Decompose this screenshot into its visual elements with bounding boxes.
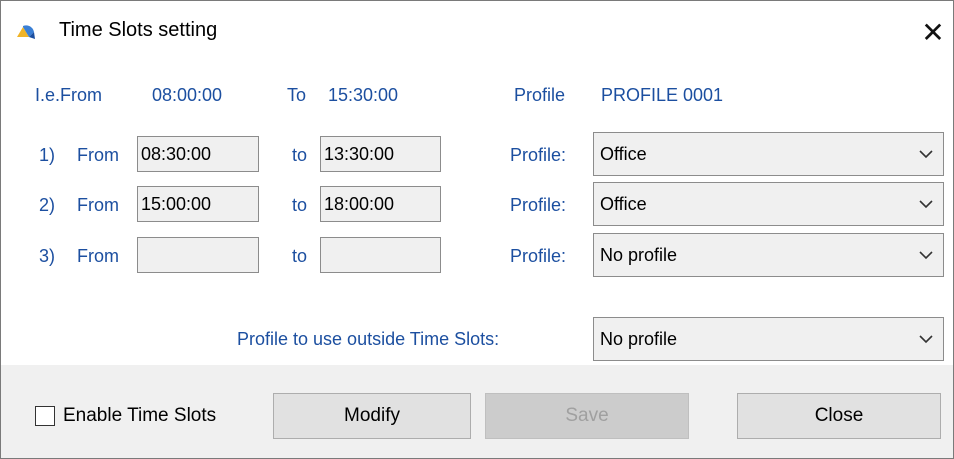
close-icon[interactable]: ✕: [913, 13, 953, 53]
save-button[interactable]: Save: [485, 393, 689, 439]
slot-3-to-field[interactable]: [320, 237, 441, 273]
outside-profile-dropdown[interactable]: No profile: [593, 317, 944, 361]
slot-2-from-label: From: [77, 195, 119, 215]
enable-time-slots-label[interactable]: Enable Time Slots: [63, 405, 216, 427]
chevron-down-icon: [919, 150, 933, 159]
slot-1-profile-dropdown[interactable]: Office: [593, 132, 944, 176]
slot-1-to-field[interactable]: 13:30:00: [320, 136, 441, 172]
slot-1-profile-value: Office: [600, 144, 647, 164]
slot-3-index: 3): [39, 246, 56, 266]
slot-1-from-label: From: [77, 145, 119, 165]
app-icon: [17, 25, 35, 39]
slot-2-to-field[interactable]: 18:00:00: [320, 186, 441, 222]
slot-1-from-field[interactable]: 08:30:00: [137, 136, 259, 172]
slot-1-index: 1): [39, 145, 56, 165]
example-from-label: I.e.From: [35, 85, 103, 105]
slot-3-profile-dropdown[interactable]: No profile: [593, 233, 944, 277]
slot-3-profile-value: No profile: [600, 245, 678, 265]
slot-1-to-label: to: [292, 145, 308, 165]
close-button[interactable]: Close: [737, 393, 941, 439]
example-profile-value: PROFILE 0001: [601, 85, 724, 105]
slot-2-from-field[interactable]: 15:00:00: [137, 186, 259, 222]
slot-2-profile-label: Profile:: [510, 195, 567, 215]
chevron-down-icon: [919, 335, 933, 344]
slot-2-index: 2): [39, 195, 56, 215]
title-bar: Time Slots setting ✕: [1, 1, 953, 63]
example-to-value: 15:30:00: [328, 85, 399, 105]
chevron-down-icon: [919, 200, 933, 209]
modify-button[interactable]: Modify: [273, 393, 471, 439]
slot-3-from-label: From: [77, 246, 119, 266]
slot-2-profile-value: Office: [600, 194, 647, 214]
slot-2-to-label: to: [292, 195, 308, 215]
enable-time-slots-checkbox[interactable]: [35, 406, 55, 426]
time-slots-dialog: Time Slots setting ✕ I.e.From 08:00:00 T…: [0, 0, 954, 459]
outside-profile-label: Profile to use outside Time Slots:: [237, 329, 500, 349]
window-title: Time Slots setting: [59, 19, 218, 41]
slot-3-profile-label: Profile:: [510, 246, 567, 266]
slot-2-profile-dropdown[interactable]: Office: [593, 182, 944, 226]
outside-profile-value: No profile: [600, 329, 678, 349]
example-to-label: To: [287, 85, 307, 105]
slot-3-from-field[interactable]: [137, 237, 259, 273]
example-from-value: 08:00:00: [152, 85, 223, 105]
example-profile-label: Profile: [514, 85, 566, 105]
slot-3-to-label: to: [292, 246, 308, 266]
slot-1-profile-label: Profile:: [510, 145, 567, 165]
chevron-down-icon: [919, 251, 933, 260]
